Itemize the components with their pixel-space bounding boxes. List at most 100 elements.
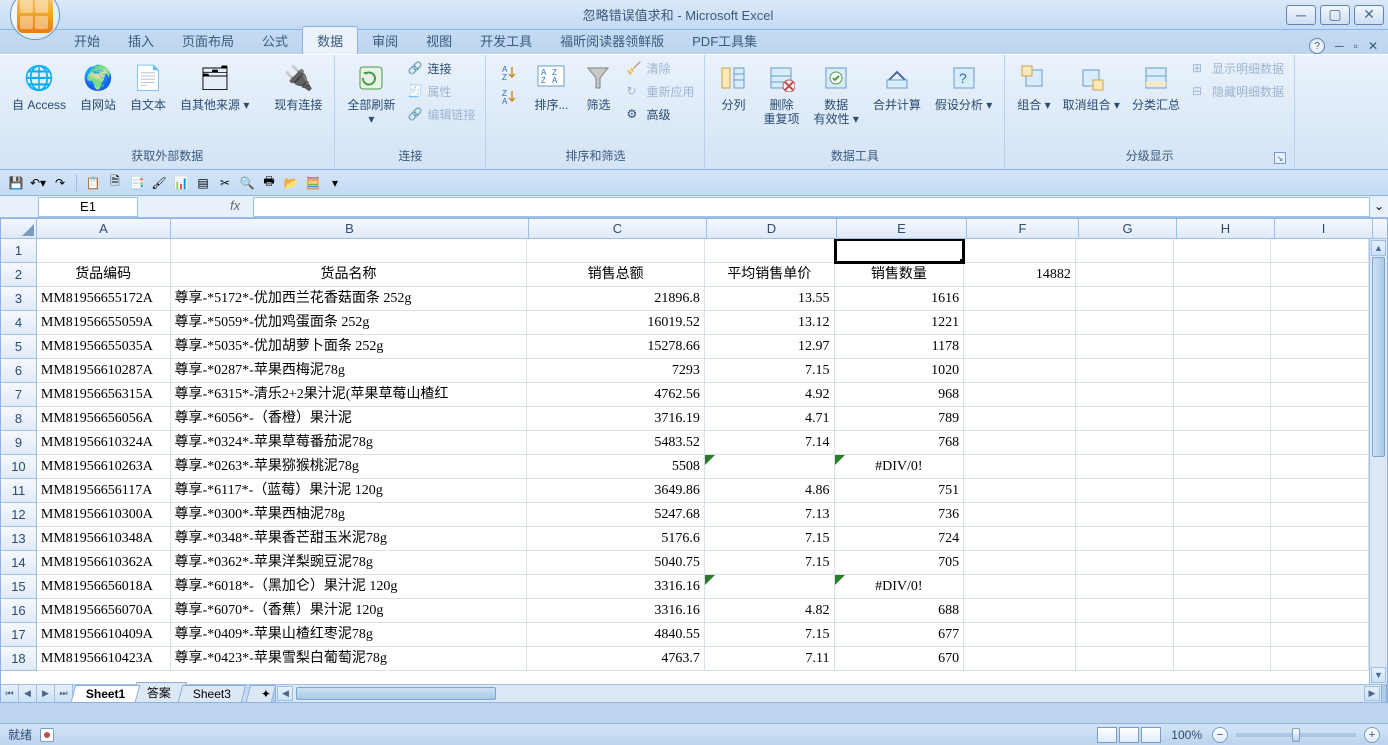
- cell[interactable]: [171, 239, 528, 263]
- cell[interactable]: [1174, 239, 1272, 263]
- filter-icon[interactable]: 🔍: [239, 175, 255, 191]
- cell[interactable]: MM81956656315A: [37, 383, 171, 407]
- cell[interactable]: 尊享-*6315*-清乐2+2果汁泥(苹果草莓山楂红: [171, 383, 528, 407]
- cell[interactable]: [1271, 239, 1369, 263]
- scroll-left-icon[interactable]: ◀: [277, 686, 293, 701]
- cell[interactable]: [1174, 407, 1272, 431]
- cell[interactable]: 尊享-*0300*-苹果西柚泥78g: [171, 503, 528, 527]
- external-data-btn-2[interactable]: 📄自文本: [124, 58, 172, 116]
- copy-icon[interactable]: 📑: [129, 175, 145, 191]
- cell[interactable]: 尊享-*0409*-苹果山楂红枣泥78g: [171, 623, 528, 647]
- clear-filter-button[interactable]: 🧹清除: [622, 58, 698, 79]
- cell[interactable]: [1076, 263, 1174, 287]
- cell[interactable]: 7293: [527, 359, 704, 383]
- cell[interactable]: [1174, 479, 1272, 503]
- cell[interactable]: MM81956656056A: [37, 407, 171, 431]
- sort-icon[interactable]: ▤: [195, 175, 211, 191]
- tab-数据[interactable]: 数据: [302, 26, 358, 54]
- cell[interactable]: MM81956656018A: [37, 575, 171, 599]
- cell[interactable]: [705, 239, 835, 263]
- row-header[interactable]: 17: [1, 623, 37, 647]
- cell[interactable]: 13.55: [705, 287, 835, 311]
- cell[interactable]: [964, 335, 1076, 359]
- new-icon[interactable]: 🗎: [107, 175, 123, 191]
- cell[interactable]: 5508: [527, 455, 704, 479]
- cell[interactable]: [1076, 479, 1174, 503]
- cell[interactable]: 尊享-*0324*-苹果草莓番茄泥78g: [171, 431, 528, 455]
- cell[interactable]: [1076, 407, 1174, 431]
- row-header[interactable]: 3: [1, 287, 37, 311]
- cell[interactable]: [1271, 599, 1369, 623]
- cell[interactable]: 5483.52: [527, 431, 704, 455]
- cell[interactable]: MM81956655172A: [37, 287, 171, 311]
- scroll-thumb-horizontal[interactable]: [296, 687, 496, 700]
- hide-detail-button[interactable]: ⊟隐藏明细数据: [1188, 81, 1288, 102]
- cell[interactable]: [1271, 359, 1369, 383]
- cell[interactable]: [964, 551, 1076, 575]
- row-header[interactable]: 8: [1, 407, 37, 431]
- cell[interactable]: [1174, 599, 1272, 623]
- redo-icon[interactable]: ↷: [52, 175, 68, 191]
- cell[interactable]: MM81956610409A: [37, 623, 171, 647]
- cell[interactable]: [964, 455, 1076, 479]
- cell[interactable]: [1076, 551, 1174, 575]
- cell[interactable]: 1020: [835, 359, 965, 383]
- sort-button[interactable]: AZZA 排序...: [528, 58, 574, 116]
- cell[interactable]: 751: [835, 479, 965, 503]
- cell[interactable]: 7.15: [705, 359, 835, 383]
- cell[interactable]: 1221: [835, 311, 965, 335]
- column-header-B[interactable]: B: [171, 219, 529, 238]
- cell[interactable]: 15278.66: [527, 335, 704, 359]
- tab-审阅[interactable]: 审阅: [358, 27, 412, 54]
- cell[interactable]: 13.12: [705, 311, 835, 335]
- cell[interactable]: 789: [835, 407, 965, 431]
- column-header-D[interactable]: D: [707, 219, 837, 238]
- cell[interactable]: 尊享-*0287*-苹果西梅泥78g: [171, 359, 528, 383]
- more-icon[interactable]: ▾: [327, 175, 343, 191]
- cell[interactable]: 16019.52: [527, 311, 704, 335]
- cell[interactable]: [527, 239, 704, 263]
- cell[interactable]: [1271, 479, 1369, 503]
- cell[interactable]: [1076, 455, 1174, 479]
- external-data-btn-1[interactable]: 🌍自网站: [74, 58, 122, 116]
- zoom-out-button[interactable]: −: [1212, 727, 1228, 743]
- tab-公式[interactable]: 公式: [248, 27, 302, 54]
- cell[interactable]: [1174, 575, 1272, 599]
- cell[interactable]: [964, 647, 1076, 671]
- cell[interactable]: 5176.6: [527, 527, 704, 551]
- scroll-down-icon[interactable]: ▼: [1371, 667, 1386, 683]
- vertical-scrollbar[interactable]: ▲ ▼: [1369, 239, 1387, 684]
- sheet-prev-icon[interactable]: ◀: [19, 685, 37, 702]
- row-header[interactable]: 11: [1, 479, 37, 503]
- cell[interactable]: 736: [835, 503, 965, 527]
- hscroll-split-handle[interactable]: [1381, 685, 1387, 702]
- cell[interactable]: [1174, 527, 1272, 551]
- sort-desc-button[interactable]: ZA: [496, 86, 522, 108]
- sheet-tab-Sheet1[interactable]: Sheet1: [71, 685, 141, 702]
- cell[interactable]: MM81956655059A: [37, 311, 171, 335]
- cell[interactable]: [1271, 647, 1369, 671]
- tab-开始[interactable]: 开始: [60, 27, 114, 54]
- zoom-in-button[interactable]: +: [1364, 727, 1380, 743]
- column-header-G[interactable]: G: [1079, 219, 1177, 238]
- cell[interactable]: [964, 287, 1076, 311]
- cell[interactable]: MM81956610348A: [37, 527, 171, 551]
- cell[interactable]: [1174, 359, 1272, 383]
- cell[interactable]: [1174, 335, 1272, 359]
- cell[interactable]: 尊享-*0362*-苹果洋梨豌豆泥78g: [171, 551, 528, 575]
- cell[interactable]: 7.15: [705, 527, 835, 551]
- cell[interactable]: [1271, 407, 1369, 431]
- cell[interactable]: [1076, 431, 1174, 455]
- cell[interactable]: [1271, 431, 1369, 455]
- cell[interactable]: 5247.68: [527, 503, 704, 527]
- row-header[interactable]: 6: [1, 359, 37, 383]
- cell[interactable]: [835, 239, 965, 263]
- cell[interactable]: MM81956610362A: [37, 551, 171, 575]
- scroll-right-icon[interactable]: ▶: [1364, 686, 1380, 701]
- cell[interactable]: 尊享-*0263*-苹果猕猴桃泥78g: [171, 455, 528, 479]
- cell[interactable]: [1076, 311, 1174, 335]
- data-tools-btn-1[interactable]: 删除重复项: [757, 58, 805, 130]
- cell[interactable]: 5040.75: [527, 551, 704, 575]
- minimize-button[interactable]: ─: [1286, 5, 1316, 25]
- name-box[interactable]: [38, 197, 138, 217]
